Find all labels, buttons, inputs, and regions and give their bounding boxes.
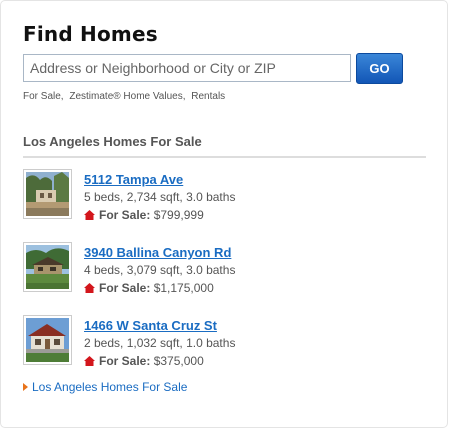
section-heading: Los Angeles Homes For Sale xyxy=(23,134,202,149)
listing-photo[interactable] xyxy=(23,242,72,292)
listing-address-link[interactable]: 5112 Tampa Ave xyxy=(84,172,183,187)
status-label: For Sale: xyxy=(99,208,151,222)
go-button[interactable]: GO xyxy=(356,53,403,84)
listing-status: For Sale: $799,999 xyxy=(84,208,204,222)
listing-details: 4 beds, 3,079 sqft, 3.0 baths xyxy=(84,263,236,277)
listing-price: $375,000 xyxy=(153,354,204,368)
widget-title: Find Homes xyxy=(23,22,158,46)
search-type-zestimate: Zestimate® Home Values, xyxy=(69,91,186,102)
status-label: For Sale: xyxy=(99,354,151,368)
find-homes-widget: Find Homes GO For Sale, Zestimate® Home … xyxy=(0,0,448,428)
house-photo xyxy=(26,318,69,362)
listing-price: $1,175,000 xyxy=(153,281,214,295)
search-input[interactable] xyxy=(23,54,351,82)
footer-link-text[interactable]: Los Angeles Homes For Sale xyxy=(32,380,187,394)
search-types: For Sale, Zestimate® Home Values, Rental… xyxy=(23,91,228,102)
listing-status: For Sale: $375,000 xyxy=(84,354,204,368)
search-type-rentals: Rentals xyxy=(191,91,226,102)
house-icon xyxy=(84,210,95,220)
footer-link[interactable]: Los Angeles Homes For Sale xyxy=(23,380,187,394)
listing-photo[interactable] xyxy=(23,169,72,219)
status-label: For Sale: xyxy=(99,281,151,295)
listing-details: 5 beds, 2,734 sqft, 3.0 baths xyxy=(84,190,236,204)
listing-details: 2 beds, 1,032 sqft, 1.0 baths xyxy=(84,336,236,350)
divider xyxy=(23,156,426,158)
listing-address-link[interactable]: 1466 W Santa Cruz St xyxy=(84,318,217,333)
listing-item: 3940 Ballina Canyon Rd 4 beds, 3,079 sqf… xyxy=(23,242,423,296)
arrow-right-icon xyxy=(23,383,28,391)
search-type-for-sale: For Sale, xyxy=(23,91,64,102)
house-photo xyxy=(26,172,69,216)
listing-price: $799,999 xyxy=(153,208,204,222)
listing-item: 1466 W Santa Cruz St 2 beds, 1,032 sqft,… xyxy=(23,315,423,369)
listing-photo[interactable] xyxy=(23,315,72,365)
house-photo xyxy=(26,245,69,289)
listing-status: For Sale: $1,175,000 xyxy=(84,281,214,295)
listing-address-link[interactable]: 3940 Ballina Canyon Rd xyxy=(84,245,231,260)
house-icon xyxy=(84,356,95,366)
house-icon xyxy=(84,283,95,293)
listing-item: 5112 Tampa Ave 5 beds, 2,734 sqft, 3.0 b… xyxy=(23,169,423,223)
